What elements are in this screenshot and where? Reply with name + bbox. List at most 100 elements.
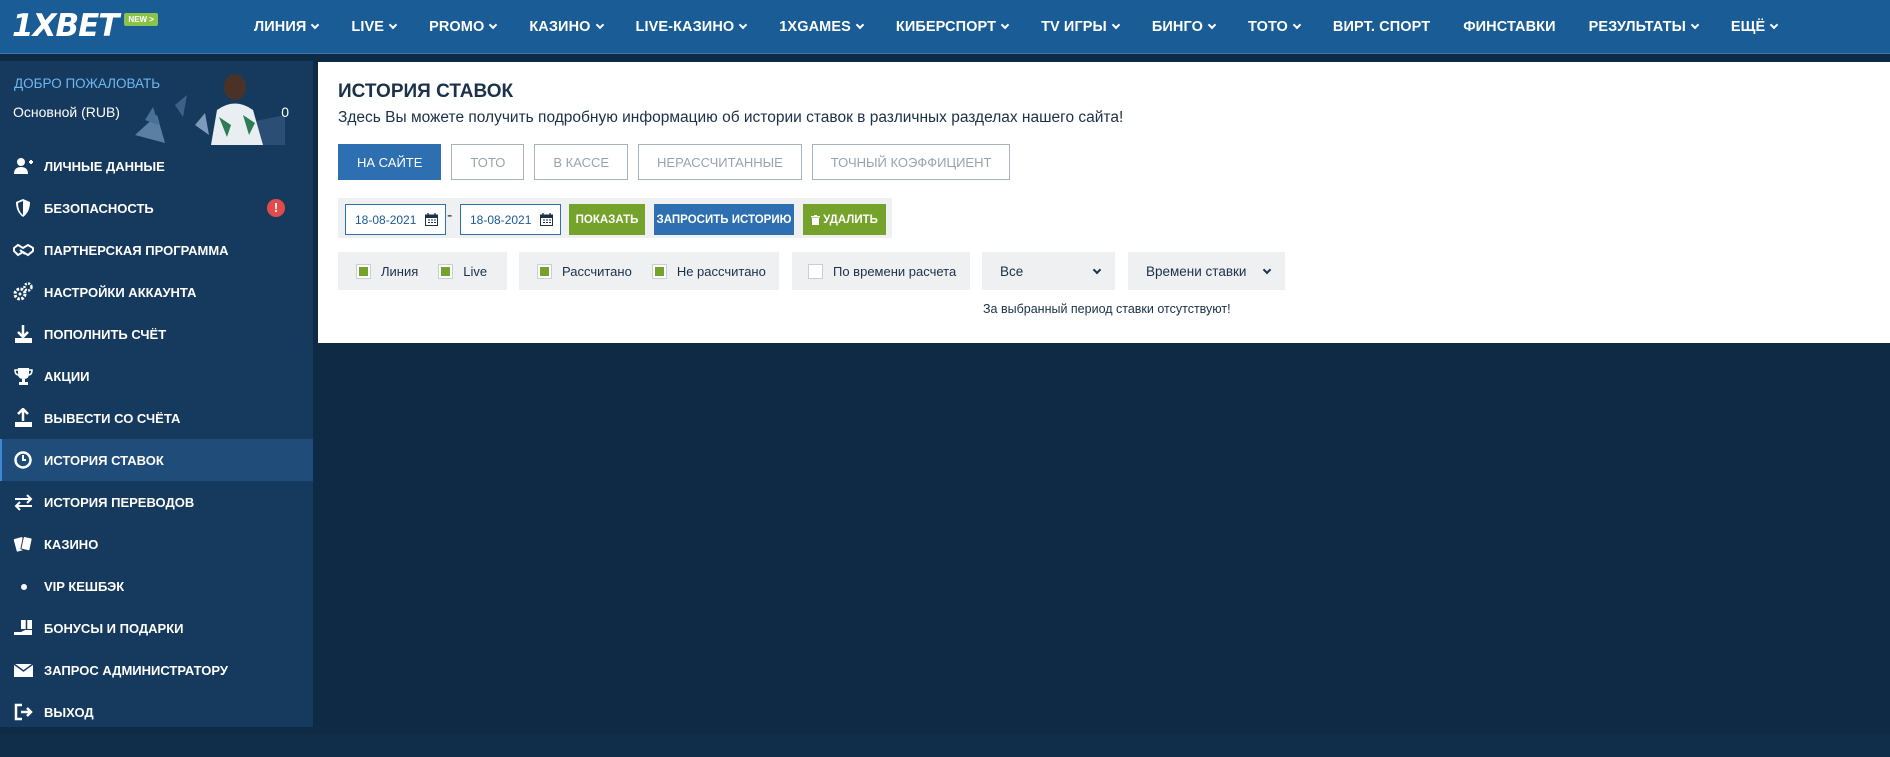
status-select-value: Все <box>1000 263 1024 279</box>
sidebar-item-label: КАЗИНО <box>44 536 99 552</box>
sidebar-item-label: АКЦИИ <box>44 368 90 384</box>
sidebar-item-label: ВЫВЕСТИ СО СЧЁТА <box>44 410 181 426</box>
nav-item-finbets[interactable]: ФИНСТАВКИ <box>1463 0 1555 54</box>
empty-results-message: За выбранный период ставки отсутствуют! <box>983 302 1231 316</box>
date-filter-row: 18-08-2021 - 18-08-2021 ПОКАЗАТЬ ЗАПРОСИ… <box>338 198 892 238</box>
page-title: ИСТОРИЯ СТАВОК <box>338 81 514 102</box>
checkbox-line[interactable]: Линия <box>356 263 418 279</box>
nav-label: TV ИГРЫ <box>1041 19 1107 35</box>
chevron-down-icon <box>1690 20 1700 30</box>
date-from-field[interactable]: 18-08-2021 <box>345 204 446 235</box>
download-icon <box>15 325 32 343</box>
checkmark-fill <box>540 266 549 276</box>
show-button[interactable]: ПОКАЗАТЬ <box>569 204 645 235</box>
checkbox-label: Live <box>463 263 488 279</box>
chevron-down-icon <box>1000 20 1010 30</box>
tab-on-site[interactable]: НА САЙТЕ <box>338 144 442 180</box>
chevron-down-icon <box>489 20 498 30</box>
brand-logo[interactable]: 1XBET NEW > <box>12 8 158 44</box>
chevron-down-icon <box>1262 265 1272 275</box>
sidebar-item-deposit[interactable]: ПОПОЛНИТЬ СЧЁТ <box>0 313 313 355</box>
chevron-down-icon <box>739 20 748 30</box>
nav-item-promo[interactable]: PROMO <box>429 0 498 54</box>
sort-select[interactable]: Времени ставки <box>1128 252 1285 290</box>
request-history-button[interactable]: ЗАПРОСИТЬ ИСТОРИЮ <box>654 204 794 235</box>
nav-item-live[interactable]: LIVE <box>351 0 398 54</box>
checkbox-box[interactable] <box>356 263 371 279</box>
checkmark-fill <box>359 266 368 276</box>
checkbox-unsettled[interactable]: Не рассчитано <box>651 263 766 279</box>
checkmark-fill <box>654 266 664 276</box>
sidebar-item-label: ИСТОРИЯ ПЕРЕВОДОВ <box>44 494 195 510</box>
nav-item-esports[interactable]: КИБЕРСПОРТ <box>895 0 1010 54</box>
tab-exact-odds[interactable]: ТОЧНЫЙ КОЭФФИЦИЕНТ <box>811 144 1011 180</box>
nav-item-toto[interactable]: ТОТО <box>1247 0 1302 54</box>
chevron-down-icon <box>855 20 865 30</box>
sidebar-item-partner-program[interactable]: ПАРТНЕРСКАЯ ПРОГРАММА <box>0 229 313 271</box>
sidebar-item-label: ПАРТНЕРСКАЯ ПРОГРАММА <box>44 242 229 258</box>
sidebar-item-account-settings[interactable]: НАСТРОЙКИ АККАУНТА <box>0 271 313 313</box>
sidebar-item-bonuses-gifts[interactable]: БОНУСЫ И ПОДАРКИ <box>0 607 313 649</box>
sidebar-item-contact-admin[interactable]: ЗАПРОС АДМИНИСТРАТОРУ <box>0 649 313 691</box>
dot-icon <box>21 584 27 590</box>
date-to-field[interactable]: 18-08-2021 <box>460 204 561 235</box>
status-select[interactable]: Все <box>982 252 1115 290</box>
tab-unsettled[interactable]: НЕРАССЧИТАННЫЕ <box>638 144 802 180</box>
sidebar-item-vip-cashback[interactable]: VIP КЕШБЭК <box>0 565 313 607</box>
checkbox-settled[interactable]: Рассчитано <box>537 263 632 279</box>
tab-at-cashdesk[interactable]: В КАССЕ <box>534 144 629 180</box>
cards-icon <box>13 536 33 552</box>
nav-item-more[interactable]: ЕЩЁ <box>1730 0 1779 54</box>
nav-item-bingo[interactable]: БИНГО <box>1151 0 1217 54</box>
sidebar-item-casino[interactable]: КАЗИНО <box>0 523 313 565</box>
nav-item-virtual-sport[interactable]: ВИРТ. СПОРТ <box>1333 0 1430 54</box>
checkbox-live[interactable]: Live <box>438 263 488 279</box>
nav-label: PROMO <box>429 19 485 35</box>
checkbox-label: По времени расчета <box>833 263 957 279</box>
sidebar-item-promotions[interactable]: АКЦИИ <box>0 355 313 397</box>
chevron-down-icon <box>595 20 604 30</box>
sidebar-item-security[interactable]: БЕЗОПАСНОСТЬ ! <box>0 187 313 229</box>
nav-label: ЕЩЁ <box>1730 19 1766 35</box>
sidebar-item-label: БОНУСЫ И ПОДАРКИ <box>44 620 184 636</box>
security-alert-badge: ! <box>267 199 285 217</box>
checkbox-label: Не рассчитано <box>676 263 766 279</box>
user-add-icon <box>14 158 33 174</box>
tab-toto[interactable]: ТОТО <box>451 144 525 180</box>
checkbox-box[interactable] <box>438 263 454 279</box>
settlement-filter: Рассчитано Не рассчитано <box>519 252 779 290</box>
delete-button[interactable]: УДАЛИТЬ <box>803 204 886 235</box>
sidebar-item-transfer-history[interactable]: ИСТОРИЯ ПЕРЕВОДОВ <box>0 481 313 523</box>
account-balance-row[interactable]: Основной (RUB) 0 <box>13 104 289 120</box>
sidebar-item-label: ПОПОЛНИТЬ СЧЁТ <box>44 326 167 342</box>
nav-label: БИНГО <box>1151 19 1203 35</box>
nav-item-results[interactable]: РЕЗУЛЬТАТЫ <box>1589 0 1700 54</box>
sidebar-item-logout[interactable]: ВЫХОД <box>0 691 313 733</box>
chevron-down-icon <box>1111 20 1121 30</box>
nav-item-1xgames[interactable]: 1XGAMES <box>779 0 865 54</box>
nav-item-live-casino[interactable]: LIVE-КАЗИНО <box>636 0 748 54</box>
sidebar-item-label: VIP КЕШБЭК <box>44 578 125 594</box>
nav-item-line[interactable]: ЛИНИЯ <box>254 0 320 54</box>
trophy-icon <box>14 368 33 385</box>
sidebar-item-personal-data[interactable]: ЛИЧНЫЕ ДАННЫЕ <box>0 145 313 187</box>
sidebar-item-label: БЕЗОПАСНОСТЬ <box>44 200 154 216</box>
sidebar-item-withdraw[interactable]: ВЫВЕСТИ СО СЧЁТА <box>0 397 313 439</box>
chevron-down-icon <box>1770 20 1779 30</box>
nav-item-casino[interactable]: КАЗИНО <box>529 0 604 54</box>
sidebar-item-bet-history[interactable]: ИСТОРИЯ СТАВОК <box>0 439 313 481</box>
sidebar-item-label: ЛИЧНЫЕ ДАННЫЕ <box>44 158 165 174</box>
nav-label: 1XGAMES <box>779 19 851 35</box>
checkbox-box[interactable] <box>808 263 823 279</box>
checkbox-by-settle-time[interactable]: По времени расчета <box>808 263 957 279</box>
new-badge[interactable]: NEW > <box>124 13 158 26</box>
profile-header: ДОБРО ПОЖАЛОВАТЬ Основной (RUB) 0 <box>0 61 313 145</box>
nav-item-tv-games[interactable]: TV ИГРЫ <box>1041 0 1121 54</box>
account-sidebar: ДОБРО ПОЖАЛОВАТЬ Основной (RUB) 0 ЛИЧНЫЕ… <box>0 61 313 727</box>
checkbox-box[interactable] <box>537 263 552 279</box>
trash-icon <box>811 214 821 225</box>
checkbox-box[interactable] <box>651 263 667 279</box>
nav-label: ТОТО <box>1247 19 1288 35</box>
nav-label: КИБЕРСПОРТ <box>895 19 997 35</box>
chevron-down-icon <box>1292 20 1302 30</box>
